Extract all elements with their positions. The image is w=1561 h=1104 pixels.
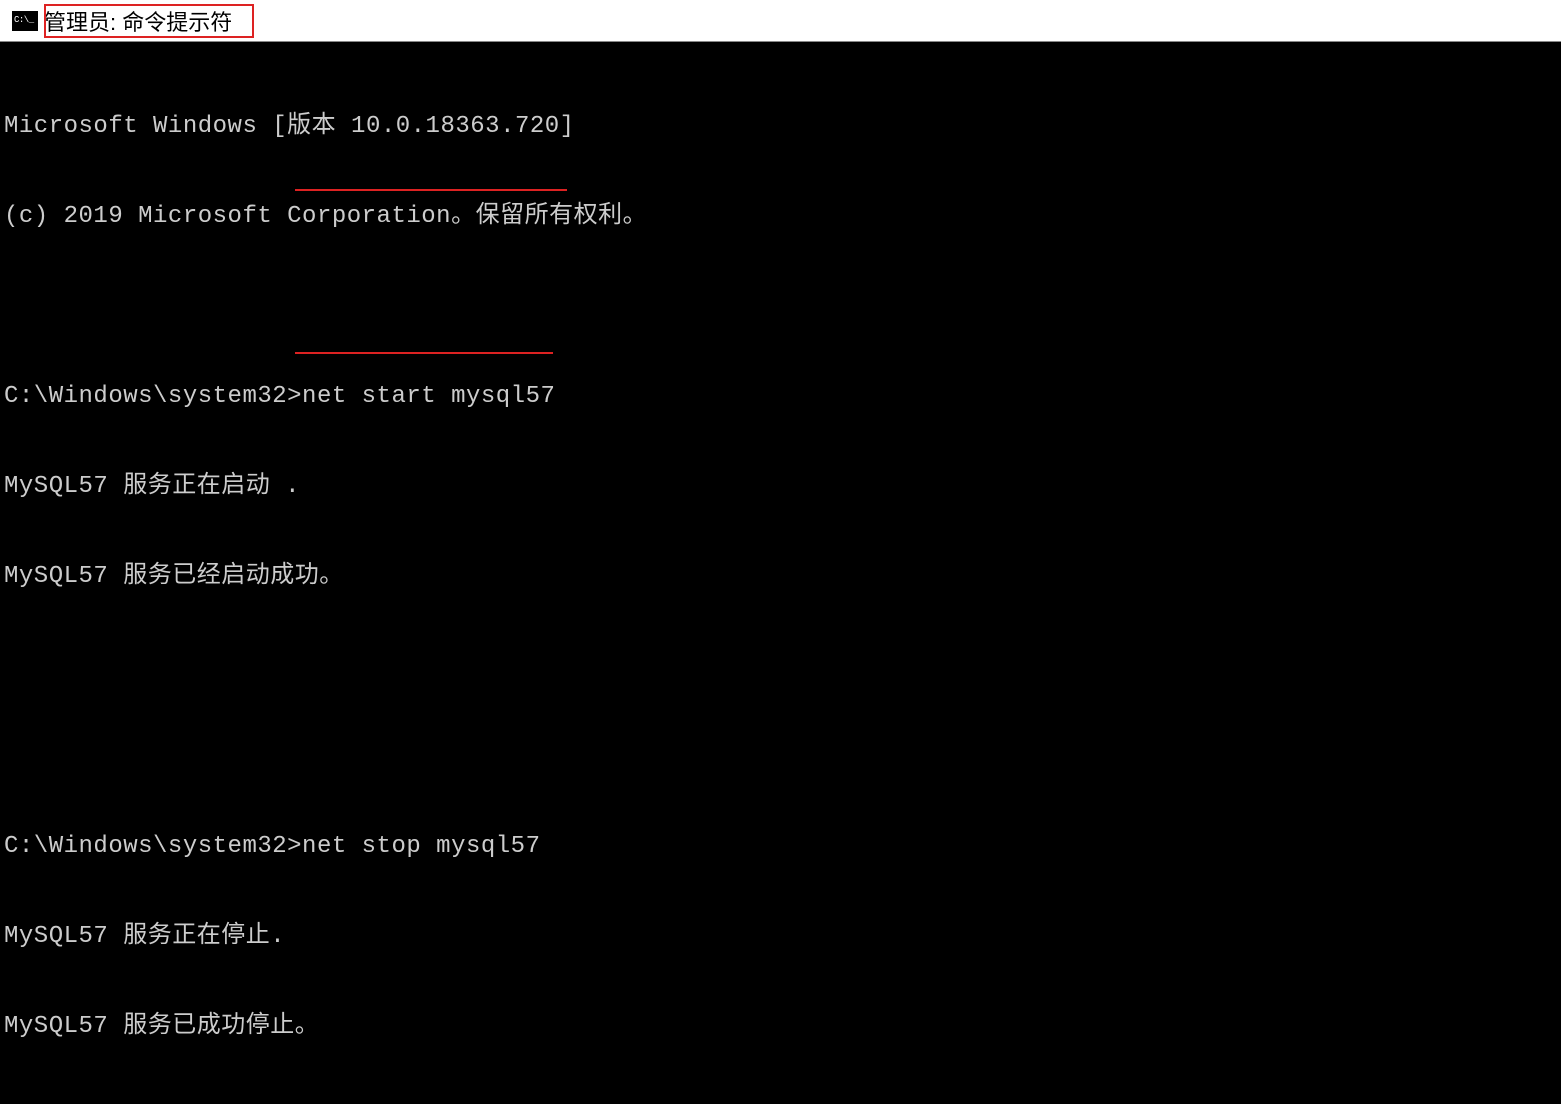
terminal-line (4, 652, 1557, 682)
terminal-line: MySQL57 服务已经启动成功。 (4, 562, 1557, 592)
terminal-line: MySQL57 服务正在启动 . (4, 472, 1557, 502)
window-titlebar[interactable]: C:\_ 管理员: 命令提示符 (0, 0, 1561, 42)
annotation-underline-2 (295, 352, 553, 354)
cmd-icon-text: C:\_ (14, 16, 34, 25)
terminal-line-prompt: C:\Windows\system32>net stop mysql57 (4, 832, 1557, 862)
terminal-line (4, 742, 1557, 772)
annotation-underline-1 (295, 189, 567, 191)
window-title: 管理员: 命令提示符 (44, 5, 232, 37)
cmd-icon: C:\_ (12, 11, 38, 31)
terminal-line-prompt: C:\Windows\system32>net start mysql57 (4, 382, 1557, 412)
terminal-output[interactable]: Microsoft Windows [版本 10.0.18363.720] (c… (0, 42, 1561, 1104)
terminal-line: MySQL57 服务正在停止. (4, 922, 1557, 952)
terminal-line: MySQL57 服务已成功停止。 (4, 1012, 1557, 1042)
terminal-line: (c) 2019 Microsoft Corporation。保留所有权利。 (4, 202, 1557, 232)
terminal-line: Microsoft Windows [版本 10.0.18363.720] (4, 112, 1557, 142)
terminal-line (4, 1102, 1557, 1104)
terminal-line (4, 292, 1557, 322)
